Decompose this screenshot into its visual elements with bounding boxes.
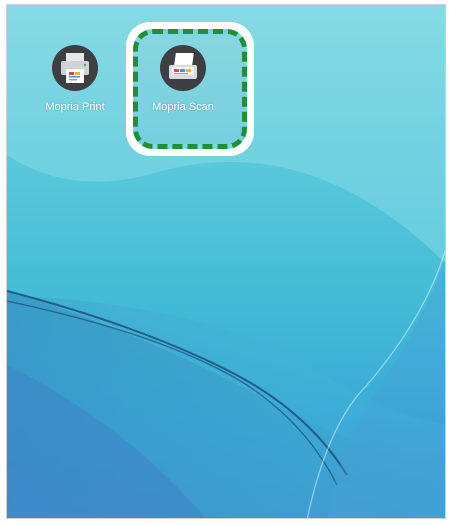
android-home-screen: Mopria Print Mopria Scan [6,4,446,519]
app-label: Mopria Print [45,101,105,113]
app-mopria-scan[interactable]: Mopria Scan [138,45,228,113]
app-label: Mopria Scan [152,101,214,113]
printer-icon [52,45,98,91]
scanner-icon [160,45,206,91]
app-mopria-print[interactable]: Mopria Print [30,45,120,113]
